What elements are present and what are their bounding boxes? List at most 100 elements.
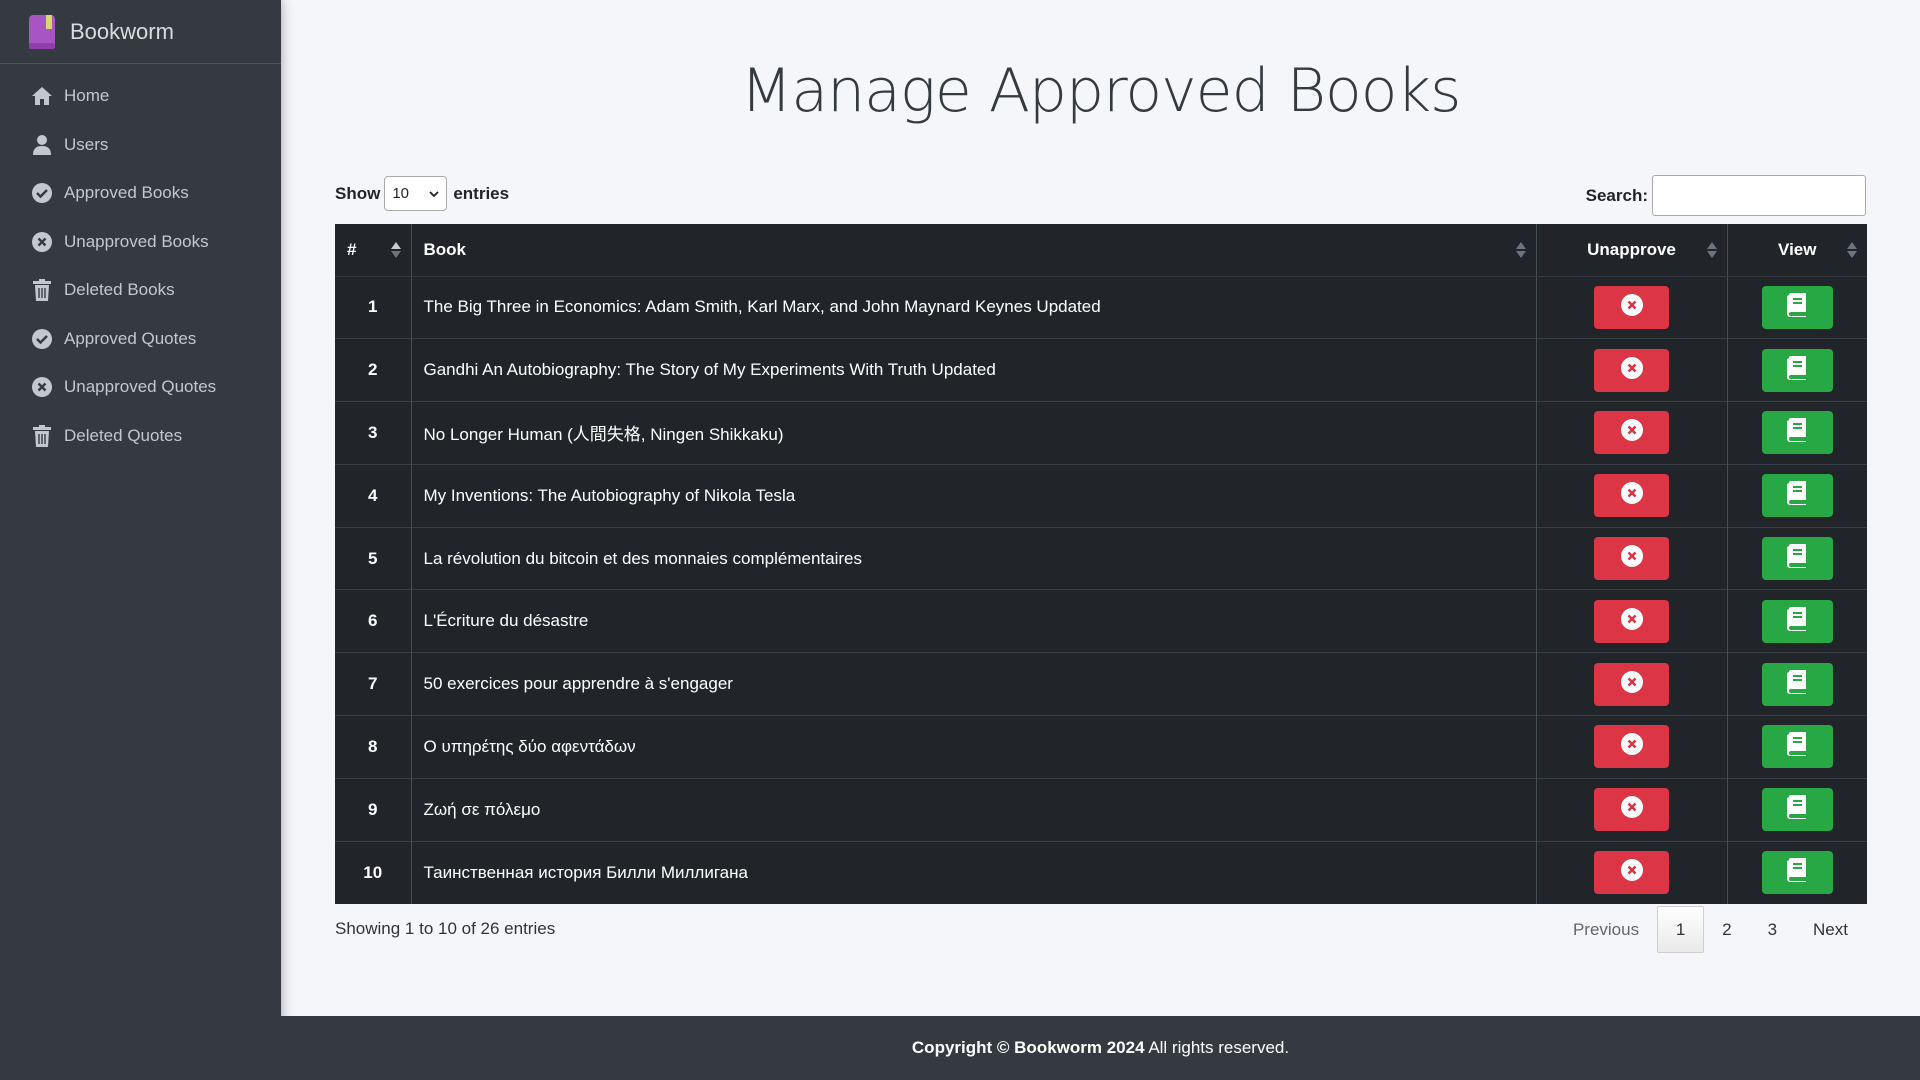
book-icon	[1787, 481, 1807, 510]
view-cell	[1727, 526, 1867, 590]
sidebar-item-users[interactable]: Users	[0, 121, 281, 170]
view-cell	[1727, 840, 1867, 904]
unapprove-cell	[1536, 589, 1728, 653]
table-row: 5 La révolution du bitcoin et des monnaie…	[335, 526, 1867, 590]
x-circle-icon	[1620, 544, 1644, 573]
sort-icon	[1515, 241, 1526, 258]
view-button[interactable]	[1761, 348, 1833, 392]
next-page-button[interactable]: Next	[1795, 906, 1866, 953]
x-circle-icon	[1620, 858, 1644, 887]
show-label: Show	[335, 183, 381, 203]
view-button[interactable]	[1761, 537, 1833, 581]
entries-select[interactable]: 10	[384, 176, 448, 211]
table-row: 6 L'Écriture du désastre	[335, 589, 1867, 653]
row-number: 5	[335, 526, 412, 590]
book-icon	[1787, 292, 1807, 322]
sidebar-item-home[interactable]: Home	[0, 72, 281, 121]
unapprove-cell	[1536, 463, 1728, 528]
view-cell	[1727, 652, 1867, 716]
column-header-number[interactable]: #	[335, 224, 412, 277]
sidebar-nav: Home Users Approved Books Unapproved Boo…	[0, 64, 281, 460]
row-number: 1	[335, 275, 412, 339]
column-header-label: #	[347, 239, 357, 259]
sidebar-item-label: Approved Books	[64, 183, 189, 203]
view-button[interactable]	[1761, 788, 1833, 832]
page-button-3[interactable]: 3	[1750, 906, 1795, 953]
view-button[interactable]	[1761, 662, 1833, 706]
sidebar-item-deleted-quotes[interactable]: Deleted Quotes	[0, 412, 281, 461]
table-row: 9 Ζωή σε πόλεμο	[335, 777, 1867, 842]
view-button[interactable]	[1761, 725, 1833, 769]
footer-copyright: Copyright © Bookworm 2024	[911, 1038, 1145, 1057]
entries-label: entries	[453, 183, 510, 203]
sidebar-item-label: Users	[64, 134, 109, 154]
unapprove-button[interactable]	[1594, 411, 1669, 455]
unapprove-button[interactable]	[1594, 662, 1669, 706]
search-input[interactable]	[1652, 175, 1866, 216]
x-circle-icon	[1620, 293, 1644, 322]
page-button-1[interactable]: 1	[1657, 906, 1705, 953]
view-button[interactable]	[1761, 851, 1833, 895]
view-cell	[1727, 275, 1867, 339]
sidebar-item-unapproved-books[interactable]: Unapproved Books	[0, 218, 281, 267]
table-info: Showing 1 to 10 of 26 entries	[335, 919, 556, 938]
brand[interactable]: Bookworm	[0, 0, 281, 64]
column-header-book[interactable]: Book	[411, 224, 1537, 277]
chevron-down-icon	[429, 185, 439, 202]
view-button[interactable]	[1761, 599, 1833, 643]
unapprove-button[interactable]	[1594, 725, 1669, 769]
view-button[interactable]	[1761, 474, 1833, 518]
footer: Copyright © Bookworm 2024 All rights res…	[281, 1016, 1920, 1080]
column-header-view[interactable]: View	[1727, 224, 1867, 277]
books-table: # Book Unapprove View 1 The Big Three in …	[335, 224, 1867, 904]
sidebar-item-deleted-books[interactable]: Deleted Books	[0, 266, 281, 315]
table-row: 4 My Inventions: The Autobiography of Nik…	[335, 463, 1867, 528]
page-button-2[interactable]: 2	[1704, 906, 1749, 953]
unapprove-button[interactable]	[1594, 788, 1669, 832]
sort-icon	[390, 241, 401, 258]
x-circle-icon	[1620, 732, 1644, 761]
x-circle-icon	[1620, 670, 1644, 699]
view-button[interactable]	[1761, 285, 1833, 329]
unapprove-cell	[1536, 840, 1728, 904]
book-title: La révolution du bitcoin et des monnaies…	[411, 526, 1537, 590]
sidebar-item-approved-quotes[interactable]: Approved Quotes	[0, 315, 281, 364]
unapprove-cell	[1536, 777, 1728, 842]
row-number: 3	[335, 401, 412, 465]
unapprove-cell	[1536, 652, 1728, 716]
unapprove-button[interactable]	[1594, 537, 1669, 581]
user-icon	[30, 133, 54, 157]
previous-page-button[interactable]: Previous	[1555, 906, 1657, 953]
x-circle-icon	[1620, 418, 1644, 447]
unapprove-button[interactable]	[1594, 285, 1669, 329]
check-circle-icon	[30, 181, 54, 205]
view-cell	[1727, 338, 1867, 402]
table-row: 8Ο υπηρέτης δύο αφεντάδων	[335, 715, 1867, 779]
column-header-label: Unapprove	[1587, 239, 1676, 259]
main-content: Manage Approved Books Show 10 entries Se…	[281, 0, 1920, 1016]
book-icon	[1787, 544, 1807, 573]
book-icon	[1787, 418, 1807, 447]
column-header-unapprove[interactable]: Unapprove	[1536, 224, 1728, 277]
unapprove-button[interactable]	[1594, 474, 1669, 518]
x-circle-icon	[1620, 607, 1644, 636]
table-row: 1 The Big Three in Economics: Adam Smith,…	[335, 275, 1867, 339]
unapprove-button[interactable]	[1594, 851, 1669, 895]
book-title: Gandhi An Autobiography: The Story of My…	[411, 338, 1537, 402]
view-button[interactable]	[1761, 411, 1833, 455]
sidebar: Bookworm Home Users Approved Books Unapp…	[0, 0, 281, 1080]
table-row: 3 No Longer Human (人間失格, Ningen Shikkaku)	[335, 401, 1867, 465]
entries-control: Show 10 entries	[335, 176, 509, 211]
unapprove-button[interactable]	[1594, 599, 1669, 643]
unapprove-cell	[1536, 338, 1728, 402]
table-body: 1 The Big Three in Economics: Adam Smith,…	[335, 275, 1867, 904]
sidebar-item-approved-books[interactable]: Approved Books	[0, 169, 281, 218]
book-icon	[1787, 669, 1807, 699]
sidebar-item-label: Deleted Quotes	[64, 425, 183, 445]
sidebar-item-label: Unapproved Quotes	[64, 377, 217, 397]
book-title: No Longer Human (人間失格, Ningen Shikkaku)	[411, 401, 1537, 465]
unapprove-button[interactable]	[1594, 348, 1669, 392]
table-row: 7 50 exercices pour apprendre à s'engager	[335, 652, 1867, 716]
sidebar-item-unapproved-quotes[interactable]: Unapproved Quotes	[0, 363, 281, 412]
sidebar-item-label: Home	[64, 86, 110, 106]
